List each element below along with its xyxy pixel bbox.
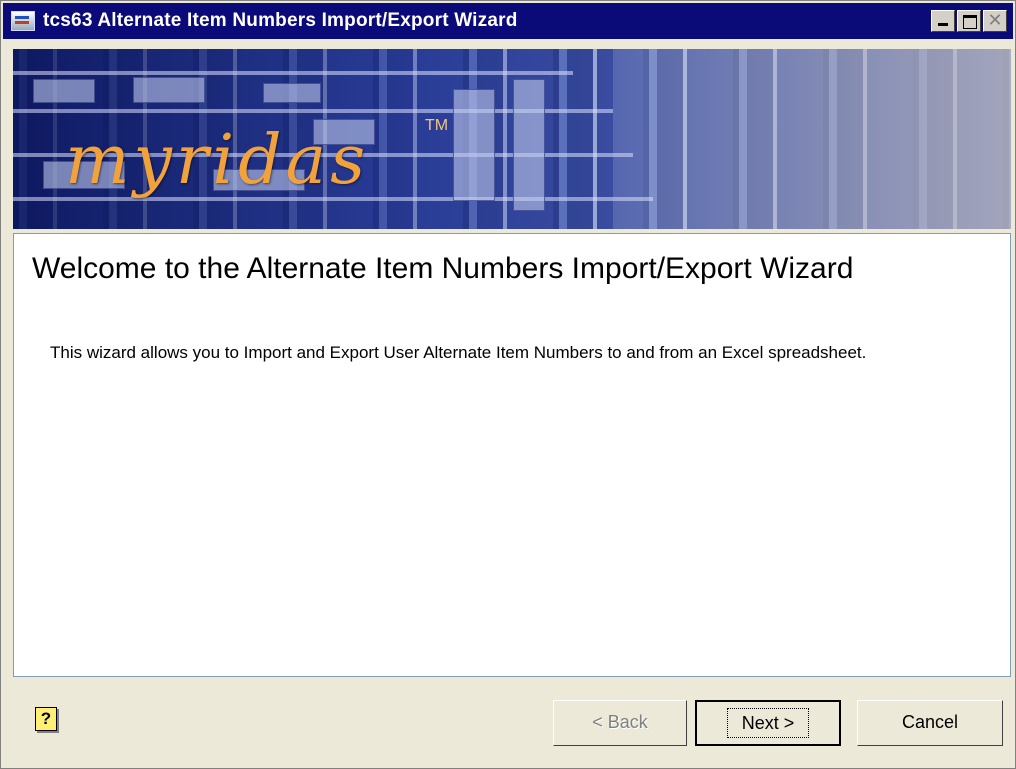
myridas-logo: myridas — [65, 121, 370, 200]
maximize-button[interactable] — [957, 10, 981, 32]
trademark-mark: TM — [425, 117, 449, 134]
wizard-window: tcs63 Alternate Item Numbers Import/Expo… — [0, 0, 1016, 769]
header-banner: myridas TM — [13, 49, 1011, 229]
title-bar[interactable]: tcs63 Alternate Item Numbers Import/Expo… — [3, 3, 1013, 39]
back-button[interactable]: < Back — [553, 700, 687, 746]
minimize-button[interactable] — [931, 10, 955, 32]
help-icon[interactable]: ? — [35, 707, 57, 731]
next-button[interactable]: Next > — [695, 700, 841, 746]
close-button[interactable]: ✕ — [983, 10, 1007, 32]
wizard-content-panel: Welcome to the Alternate Item Numbers Im… — [13, 233, 1011, 677]
next-button-label: Next > — [726, 708, 810, 738]
window-title: tcs63 Alternate Item Numbers Import/Expo… — [43, 10, 518, 31]
cancel-button[interactable]: Cancel — [857, 700, 1003, 746]
description-text: This wizard allows you to Import and Exp… — [50, 343, 867, 362]
page-title: Welcome to the Alternate Item Numbers Im… — [32, 252, 854, 285]
app-icon[interactable] — [11, 11, 35, 31]
